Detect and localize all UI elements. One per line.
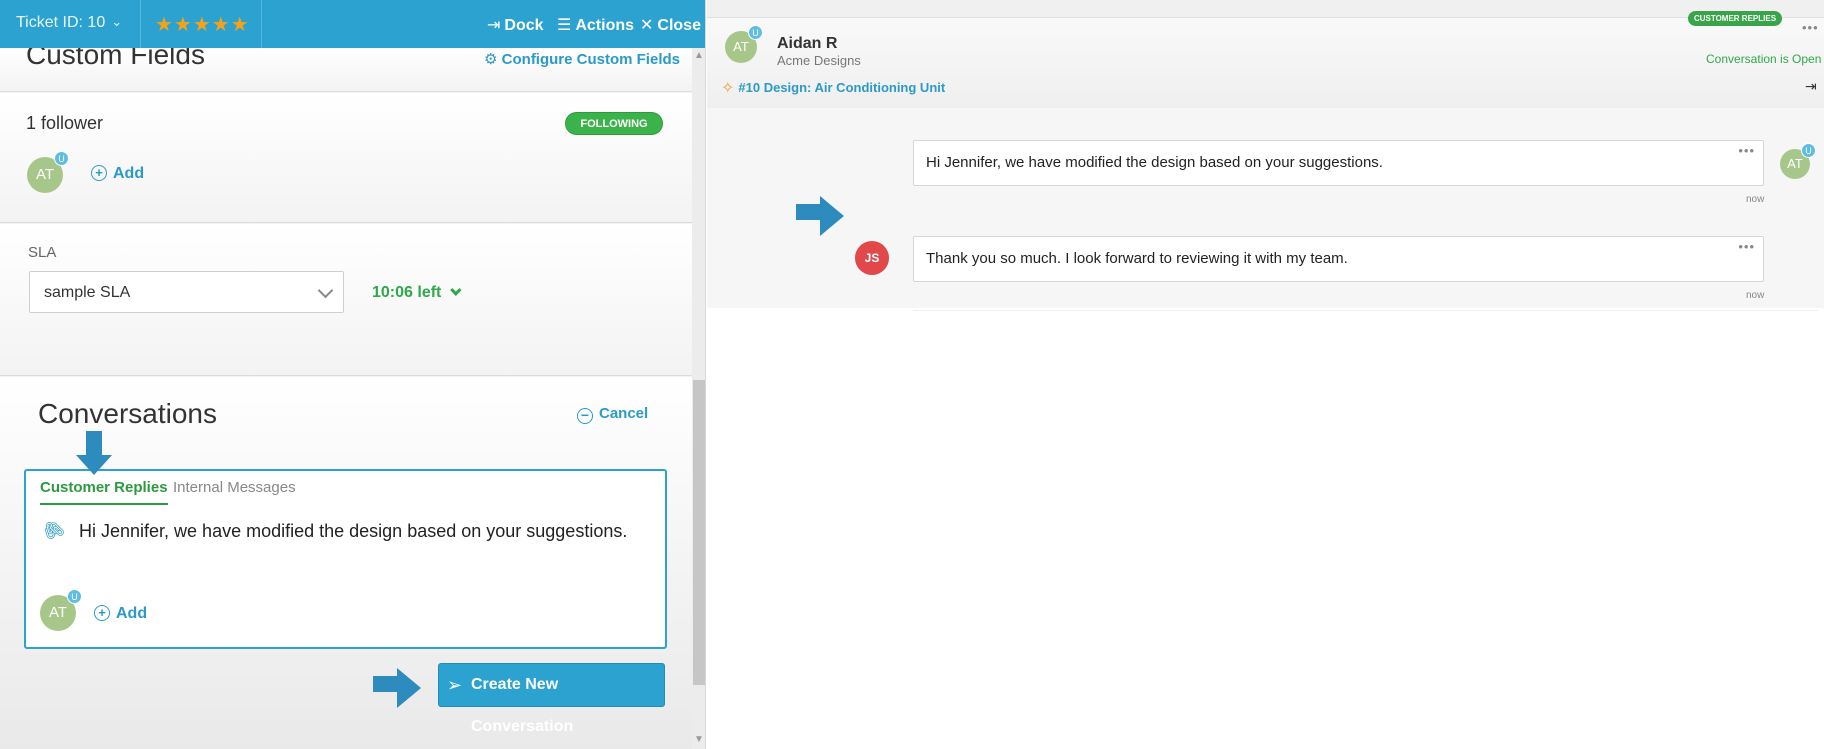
close-label: Close: [657, 17, 701, 34]
actions-button[interactable]: ☰ Actions: [557, 15, 634, 35]
send-icon: ➢: [447, 675, 463, 695]
ticket-id-dropdown[interactable]: Ticket ID: 10 ⌄: [16, 14, 122, 32]
avatar-initials: AT: [48, 604, 68, 621]
message-timestamp: now: [1746, 290, 1765, 301]
create-new-conversation-button[interactable]: ➢ Create New Conversation: [438, 663, 665, 735]
minus-circle-icon: −: [577, 408, 593, 424]
sla-label: SLA: [28, 244, 57, 261]
conversations-section: Conversations − Cancel Customer Replies I…: [0, 377, 692, 749]
contact-avatar[interactable]: AT U: [725, 25, 763, 63]
conversations-title: Conversations: [38, 398, 217, 429]
exit-icon[interactable]: ⇥: [1805, 78, 1817, 95]
chevron-down-icon: ⌄: [111, 14, 123, 29]
participant-avatar[interactable]: AT U: [40, 589, 82, 631]
create-new-conversation-label: Create New Conversation: [471, 676, 574, 735]
dock-label: Dock: [504, 17, 544, 34]
header-strip: [707, 0, 1824, 18]
close-button[interactable]: ✕ Close: [640, 15, 701, 35]
contact-company: Acme Designs: [777, 53, 861, 68]
add-follower-label: Add: [113, 165, 145, 182]
user-type-badge: U: [1801, 143, 1816, 158]
chevron-down-icon: [450, 284, 462, 296]
sla-select[interactable]: sample SLA: [29, 271, 344, 313]
message-bubble: Hi Jennifer, we have modified the design…: [913, 140, 1764, 186]
channel-badge: CUSTOMER REPLIES: [1688, 11, 1782, 26]
add-participant-button[interactable]: + Add: [94, 605, 147, 623]
gear-icon: ⚙: [484, 51, 498, 68]
more-icon[interactable]: •••: [1738, 143, 1755, 158]
scrollbar-thumb[interactable]: [693, 380, 705, 685]
more-icon[interactable]: •••: [1802, 20, 1819, 35]
message-author-avatar: JS: [855, 241, 889, 275]
configure-custom-fields-label: Configure Custom Fields: [501, 51, 680, 68]
star-rating[interactable]: ★★★★★: [155, 12, 250, 37]
paperclip-icon[interactable]: 🖇: [38, 516, 68, 546]
cancel-button[interactable]: − Cancel: [577, 405, 648, 424]
sla-section: SLA sample SLA 10:06 left: [0, 224, 692, 376]
message-placeholder: [913, 310, 1818, 370]
message-bubble: Thank you so much. I look forward to rev…: [913, 236, 1764, 282]
ticket-id-label: Ticket ID: 10: [16, 14, 106, 31]
configure-custom-fields-link[interactable]: ⚙ Configure Custom Fields: [484, 50, 680, 68]
ticket-toolbar: Ticket ID: 10 ⌄ ★★★★★ ⇥ Dock ☰ Actions ✕ Clo…: [0, 0, 705, 48]
follower-avatar[interactable]: AT U: [27, 151, 69, 193]
add-participant-label: Add: [116, 605, 148, 622]
conversation-panel: AT U Aidan R Acme Designs CUSTOMER REPLI…: [707, 0, 1824, 749]
following-toggle-button[interactable]: FOLLOWING: [565, 112, 663, 135]
ticket-link-label: #10 Design: Air Conditioning Unit: [738, 80, 946, 95]
dock-button[interactable]: ⇥ Dock: [487, 15, 544, 35]
conversation-status: Conversation is Open: [1706, 52, 1822, 66]
user-type-badge: U: [54, 151, 69, 166]
conversation-header: AT U Aidan R Acme Designs CUSTOMER REPLI…: [707, 0, 1824, 108]
contact-name: Aidan R: [777, 35, 838, 52]
ticket-detail-panel: Custom Fields ⚙ Configure Custom Fields …: [0, 0, 706, 749]
sla-time-left-label: 10:06 left: [372, 284, 442, 301]
tab-internal-messages[interactable]: Internal Messages: [173, 479, 296, 496]
actions-label: Actions: [575, 17, 635, 34]
message-timestamp: now: [1746, 194, 1765, 205]
tab-customer-replies[interactable]: Customer Replies: [40, 479, 168, 505]
avatar-initials: AT: [1787, 156, 1803, 171]
sla-time-left[interactable]: 10:06 left: [372, 284, 462, 302]
close-icon: ✕: [640, 17, 654, 34]
menu-icon: ☰: [557, 17, 572, 34]
plus-circle-icon: +: [91, 165, 107, 181]
cancel-label: Cancel: [599, 405, 649, 422]
left-panel-scrollbar[interactable]: ▲ ▼: [692, 48, 705, 749]
sla-selected-value: sample SLA: [44, 284, 131, 301]
ticket-link[interactable]: ✧ #10 Design: Air Conditioning Unit: [721, 78, 945, 98]
followers-section: 1 follower FOLLOWING AT U + Add: [0, 93, 692, 223]
message-text: Thank you so much. I look forward to rev…: [926, 250, 1348, 267]
user-type-badge: U: [748, 25, 763, 40]
message-input[interactable]: Hi Jennifer, we have modified the design…: [79, 521, 627, 542]
message-text: Hi Jennifer, we have modified the design…: [926, 154, 1383, 171]
avatar-initials: AT: [35, 166, 55, 183]
add-follower-button[interactable]: + Add: [91, 165, 144, 183]
plus-circle-icon: +: [94, 605, 110, 621]
conversation-editor[interactable]: Customer Replies Internal Messages 🖇 Hi …: [24, 469, 667, 649]
message-author-avatar: AT U: [1780, 143, 1816, 179]
user-type-badge: U: [67, 589, 82, 604]
avatar-initials: AT: [733, 39, 749, 54]
message-thread: Hi Jennifer, we have modified the design…: [707, 108, 1824, 308]
custom-fields-section: Custom Fields ⚙ Configure Custom Fields: [0, 39, 692, 92]
ticket-icon: ✧: [721, 80, 735, 97]
dock-icon: ⇥: [487, 17, 501, 34]
scroll-up-icon[interactable]: ▲: [694, 50, 704, 61]
chevron-down-icon: [317, 282, 334, 299]
more-icon[interactable]: •••: [1738, 239, 1755, 254]
follower-count: 1 follower: [26, 113, 104, 133]
scroll-down-icon[interactable]: ▼: [694, 734, 704, 745]
